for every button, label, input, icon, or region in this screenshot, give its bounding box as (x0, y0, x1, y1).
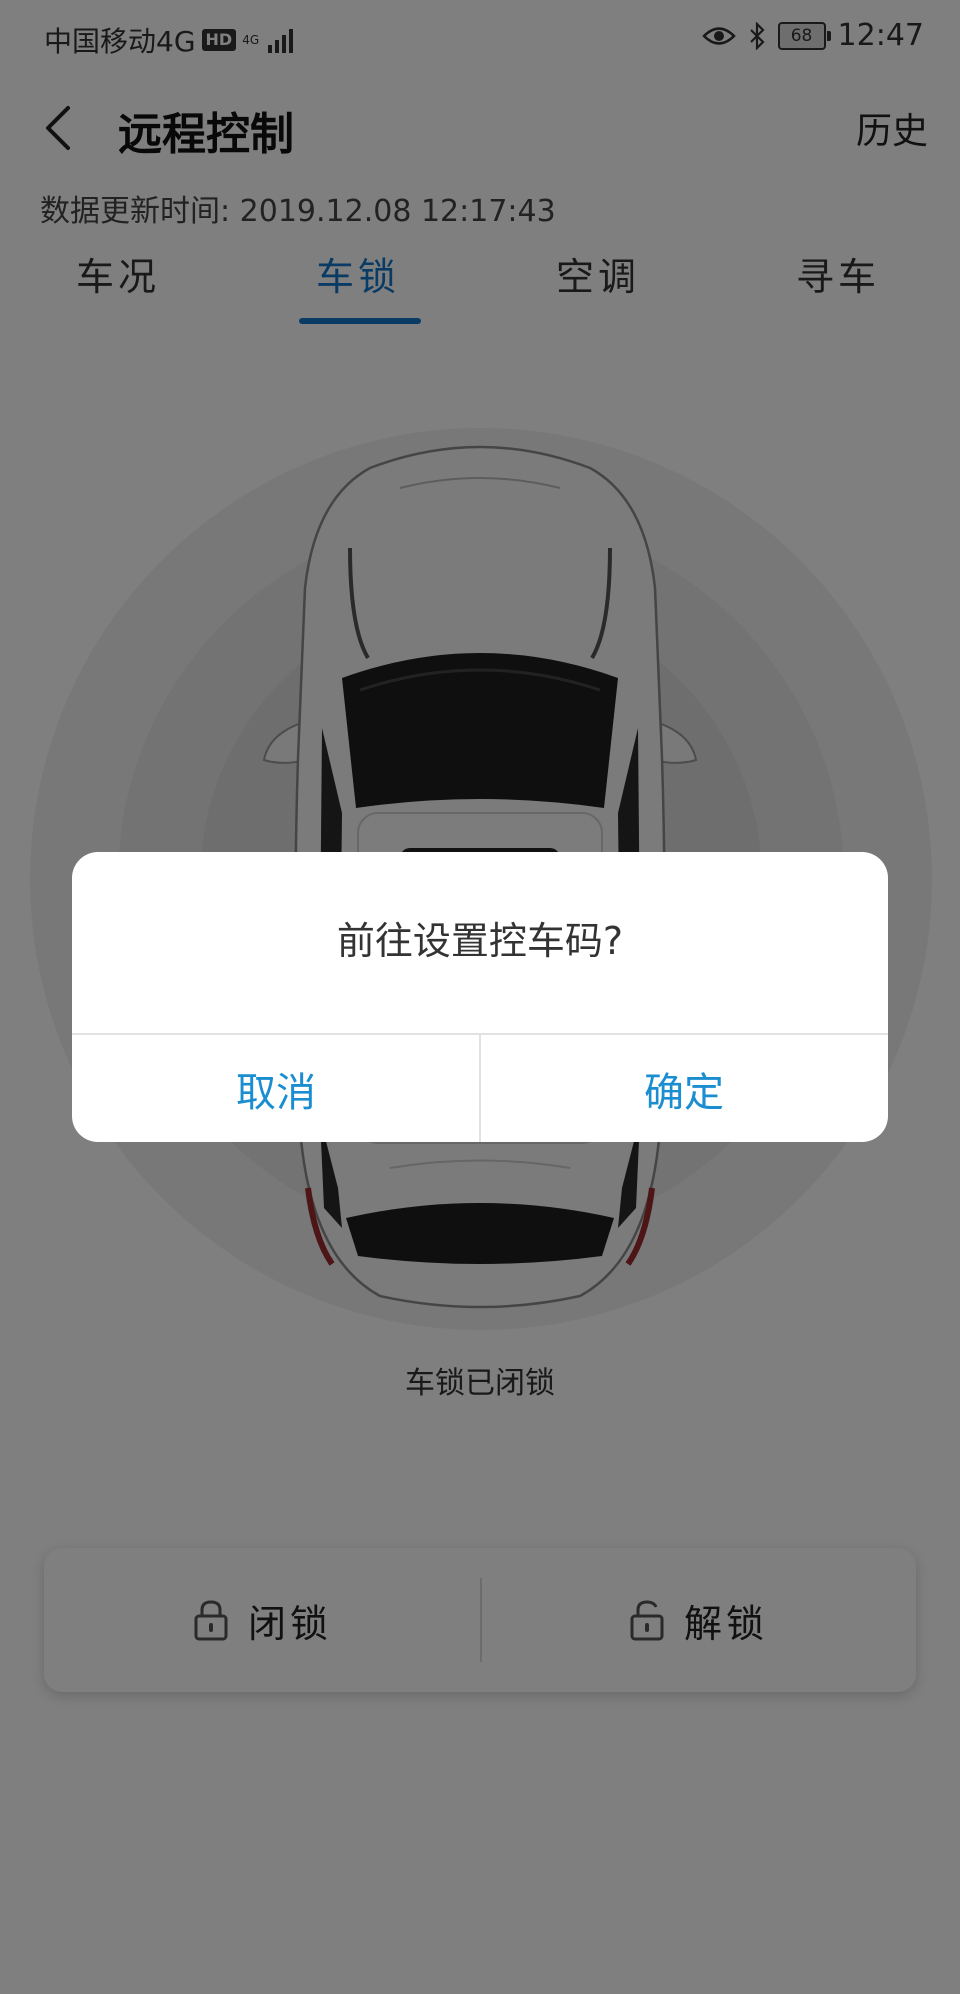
remote-control-screen: 中国移动4G HD 4G 68 12:47 远程控制 历史 数据更新时间: 20… (0, 0, 960, 1994)
dialog-confirm-button[interactable]: 确定 (480, 1035, 888, 1142)
dialog-message: 前往设置控车码? (336, 919, 624, 963)
dialog-cancel-button[interactable]: 取消 (72, 1035, 480, 1142)
set-control-code-dialog: 前往设置控车码? 取消 确定 (72, 852, 888, 1142)
